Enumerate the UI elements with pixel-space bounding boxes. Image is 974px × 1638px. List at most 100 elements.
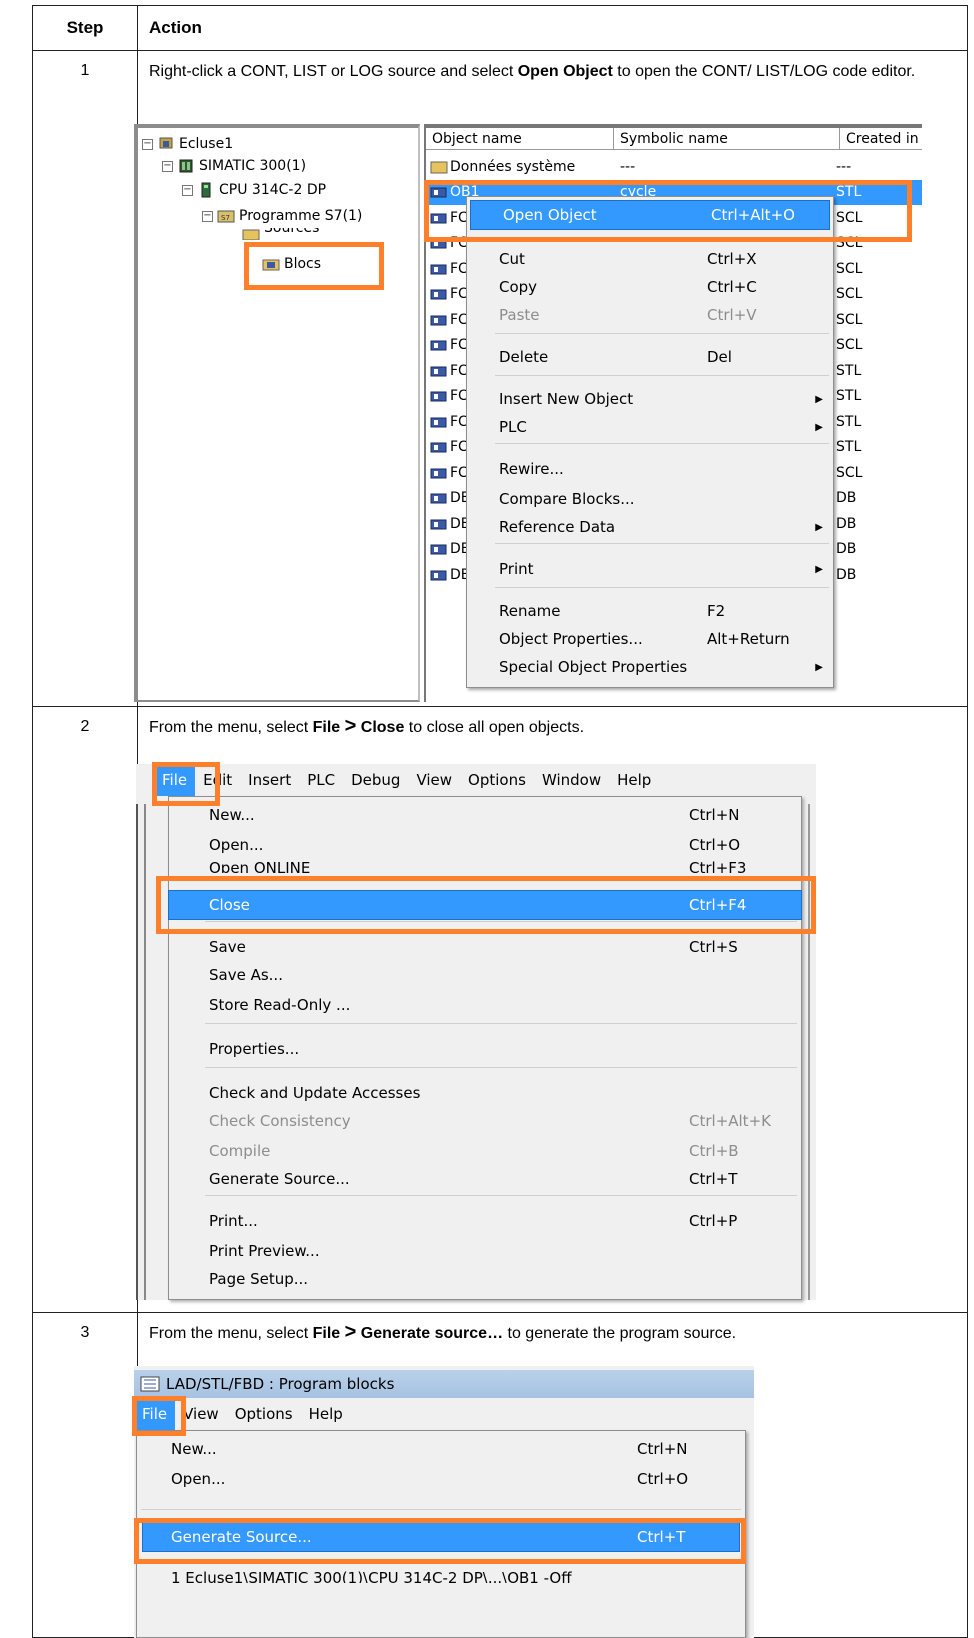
menu-separator bbox=[495, 587, 829, 588]
column-header-symbolic-name[interactable]: Symbolic name bbox=[614, 128, 840, 150]
menu-item-label: New... bbox=[171, 1440, 217, 1458]
collapse-icon[interactable]: − bbox=[202, 210, 213, 222]
window-edge bbox=[144, 804, 146, 1300]
collapse-icon[interactable]: − bbox=[162, 160, 173, 172]
menu-item-print-preview[interactable]: Print Preview... bbox=[169, 1237, 801, 1265]
menu-item-label: Open ONLINE bbox=[209, 859, 311, 873]
menu-bar: File Edit Insert PLC Debug View Options Window H… bbox=[136, 764, 816, 796]
menu-item-shortcut: Ctrl+B bbox=[689, 1142, 739, 1160]
block-icon bbox=[430, 442, 447, 453]
menu-item-delete[interactable]: Delete Del bbox=[467, 343, 833, 371]
submenu-arrow-icon: ▶ bbox=[815, 563, 823, 575]
menu-item-label: Print bbox=[499, 560, 534, 578]
menu-item-cut[interactable]: Cut Ctrl+X bbox=[467, 245, 833, 273]
menu-item-new[interactable]: New... Ctrl+N bbox=[137, 1435, 745, 1463]
menu-item-open[interactable]: Open... Ctrl+O bbox=[137, 1465, 745, 1493]
menu-item-label: Print Preview... bbox=[209, 1242, 320, 1260]
menu-item-label: Copy bbox=[499, 278, 538, 296]
menu-options[interactable]: Options bbox=[460, 764, 534, 796]
callout-file-menu bbox=[152, 762, 220, 806]
menu-separator bbox=[495, 543, 829, 544]
menu-item-rewire[interactable]: Rewire... bbox=[467, 455, 833, 483]
row-divider-1 bbox=[33, 706, 967, 707]
menu-insert[interactable]: Insert bbox=[240, 764, 299, 796]
created-in: SCL bbox=[836, 286, 863, 302]
collapse-icon[interactable]: − bbox=[182, 184, 193, 196]
submenu-arrow-icon: ▶ bbox=[815, 521, 823, 533]
menu-item-new[interactable]: New... Ctrl+N bbox=[169, 801, 801, 829]
menu-item-open[interactable]: Open... Ctrl+O bbox=[169, 831, 801, 859]
menu-help[interactable]: Help bbox=[301, 1398, 351, 1430]
menu-item-label: Save bbox=[209, 938, 246, 956]
column-header-object-name[interactable]: Object name bbox=[426, 128, 614, 150]
menu-item-print[interactable]: Print... Ctrl+P bbox=[169, 1207, 801, 1235]
created-in: STL bbox=[836, 439, 862, 455]
collapse-icon[interactable]: − bbox=[142, 138, 153, 150]
menu-item-label: Open... bbox=[209, 836, 264, 854]
column-header-created-in[interactable]: Created in bbox=[840, 128, 922, 150]
block-icon bbox=[430, 340, 447, 351]
menu-item-label: Open... bbox=[171, 1470, 226, 1488]
menu-item-copy[interactable]: Copy Ctrl+C bbox=[467, 273, 833, 301]
menu-item-label: Generate Source... bbox=[209, 1170, 350, 1188]
cpu-icon bbox=[201, 182, 211, 198]
menu-item-compile: Compile Ctrl+B bbox=[169, 1137, 801, 1165]
menu-view[interactable]: View bbox=[408, 764, 460, 796]
menu-item-label: Check Consistency bbox=[209, 1112, 351, 1130]
tree-item-sources[interactable]: Sources bbox=[242, 228, 319, 240]
block-icon bbox=[430, 417, 447, 427]
menu-item-compare-blocks[interactable]: Compare Blocks... bbox=[467, 485, 833, 513]
menu-item-rename[interactable]: Rename F2 bbox=[467, 597, 833, 625]
menu-debug[interactable]: Debug bbox=[343, 764, 408, 796]
menu-separator bbox=[495, 443, 829, 444]
menu-item-shortcut: Ctrl+Alt+K bbox=[689, 1112, 771, 1130]
menu-options[interactable]: Options bbox=[227, 1398, 301, 1430]
created-in: SCL bbox=[836, 464, 863, 481]
menu-item-print[interactable]: Print ▶ bbox=[467, 555, 833, 583]
tree-item-cpu[interactable]: − CPU 314C-2 DP bbox=[182, 180, 326, 200]
created-in: DB bbox=[836, 515, 857, 532]
menu-window[interactable]: Window bbox=[534, 764, 609, 796]
menu-item-store-read-only[interactable]: Store Read-Only ... bbox=[169, 991, 801, 1019]
menu-item-generate-source[interactable]: Generate Source... Ctrl+T bbox=[169, 1165, 801, 1193]
row-divider-2 bbox=[33, 1312, 967, 1313]
menu-item-label: Page Setup... bbox=[209, 1270, 309, 1288]
project-tree-panel: − Ecluse1 − SIMATIC 300(1) − CPU 314C-2 … bbox=[134, 124, 420, 702]
menu-item-check-and-update-accesses[interactable]: Check and Update Accesses bbox=[169, 1079, 801, 1107]
menu-item-object-properties[interactable]: Object Properties... Alt+Return bbox=[467, 625, 833, 653]
system-data-icon bbox=[430, 161, 448, 173]
menu-item-page-setup[interactable]: Page Setup... bbox=[169, 1265, 801, 1293]
menu-help[interactable]: Help bbox=[609, 764, 659, 796]
menu-item-shortcut: Ctrl+F3 bbox=[689, 859, 747, 873]
tree-item-program[interactable]: − S7 Programme S7(1) bbox=[202, 206, 362, 226]
menu-item-reference-data[interactable]: Reference Data ▶ bbox=[467, 513, 833, 541]
menu-item-insert-new-object[interactable]: Insert New Object ▶ bbox=[467, 385, 833, 413]
tree-item-project[interactable]: − Ecluse1 bbox=[142, 134, 233, 154]
menu-item-label: Rename bbox=[499, 602, 561, 620]
created-in: DB bbox=[836, 541, 857, 557]
menu-item-shortcut: F2 bbox=[707, 602, 726, 620]
station-icon bbox=[179, 159, 193, 173]
context-menu: Open Object Ctrl+Alt+O Cut Ctrl+X Copy Ctrl+C… bbox=[466, 196, 834, 688]
created-in: DB bbox=[836, 566, 857, 583]
step-number-3: 3 bbox=[80, 1324, 90, 1341]
object-row[interactable]: Données système --- --- bbox=[426, 154, 922, 179]
step-2-instruction: From the menu, select File > Close to cl… bbox=[149, 715, 585, 737]
menu-item-save-as[interactable]: Save As... bbox=[169, 961, 801, 989]
menu-plc[interactable]: PLC bbox=[299, 764, 343, 796]
menu-item-plc[interactable]: PLC ▶ bbox=[467, 413, 833, 441]
created-in: SCL bbox=[836, 260, 863, 277]
block-icon bbox=[430, 391, 447, 402]
step-3-instruction: From the menu, select File > Generate so… bbox=[149, 1321, 737, 1343]
menu-item-open-online[interactable]: Open ONLINE Ctrl+F3 bbox=[169, 859, 801, 873]
menu-item-save[interactable]: Save Ctrl+S bbox=[169, 933, 801, 961]
menu-item-label: Check and Update Accesses bbox=[209, 1084, 421, 1102]
recent-file-item[interactable]: 1 Ecluse1\SIMATIC 300(1)\CPU 314C-2 DP\.… bbox=[137, 1569, 745, 1583]
tree-item-station[interactable]: − SIMATIC 300(1) bbox=[162, 156, 306, 176]
menu-item-label: Properties... bbox=[209, 1040, 300, 1058]
menu-item-special-object-properties[interactable]: Special Object Properties ▶ bbox=[467, 653, 833, 681]
project-icon bbox=[159, 137, 173, 149]
menu-item-properties[interactable]: Properties... bbox=[169, 1035, 801, 1063]
block-icon bbox=[430, 366, 447, 376]
menu-item-shortcut: Ctrl+C bbox=[707, 278, 757, 296]
